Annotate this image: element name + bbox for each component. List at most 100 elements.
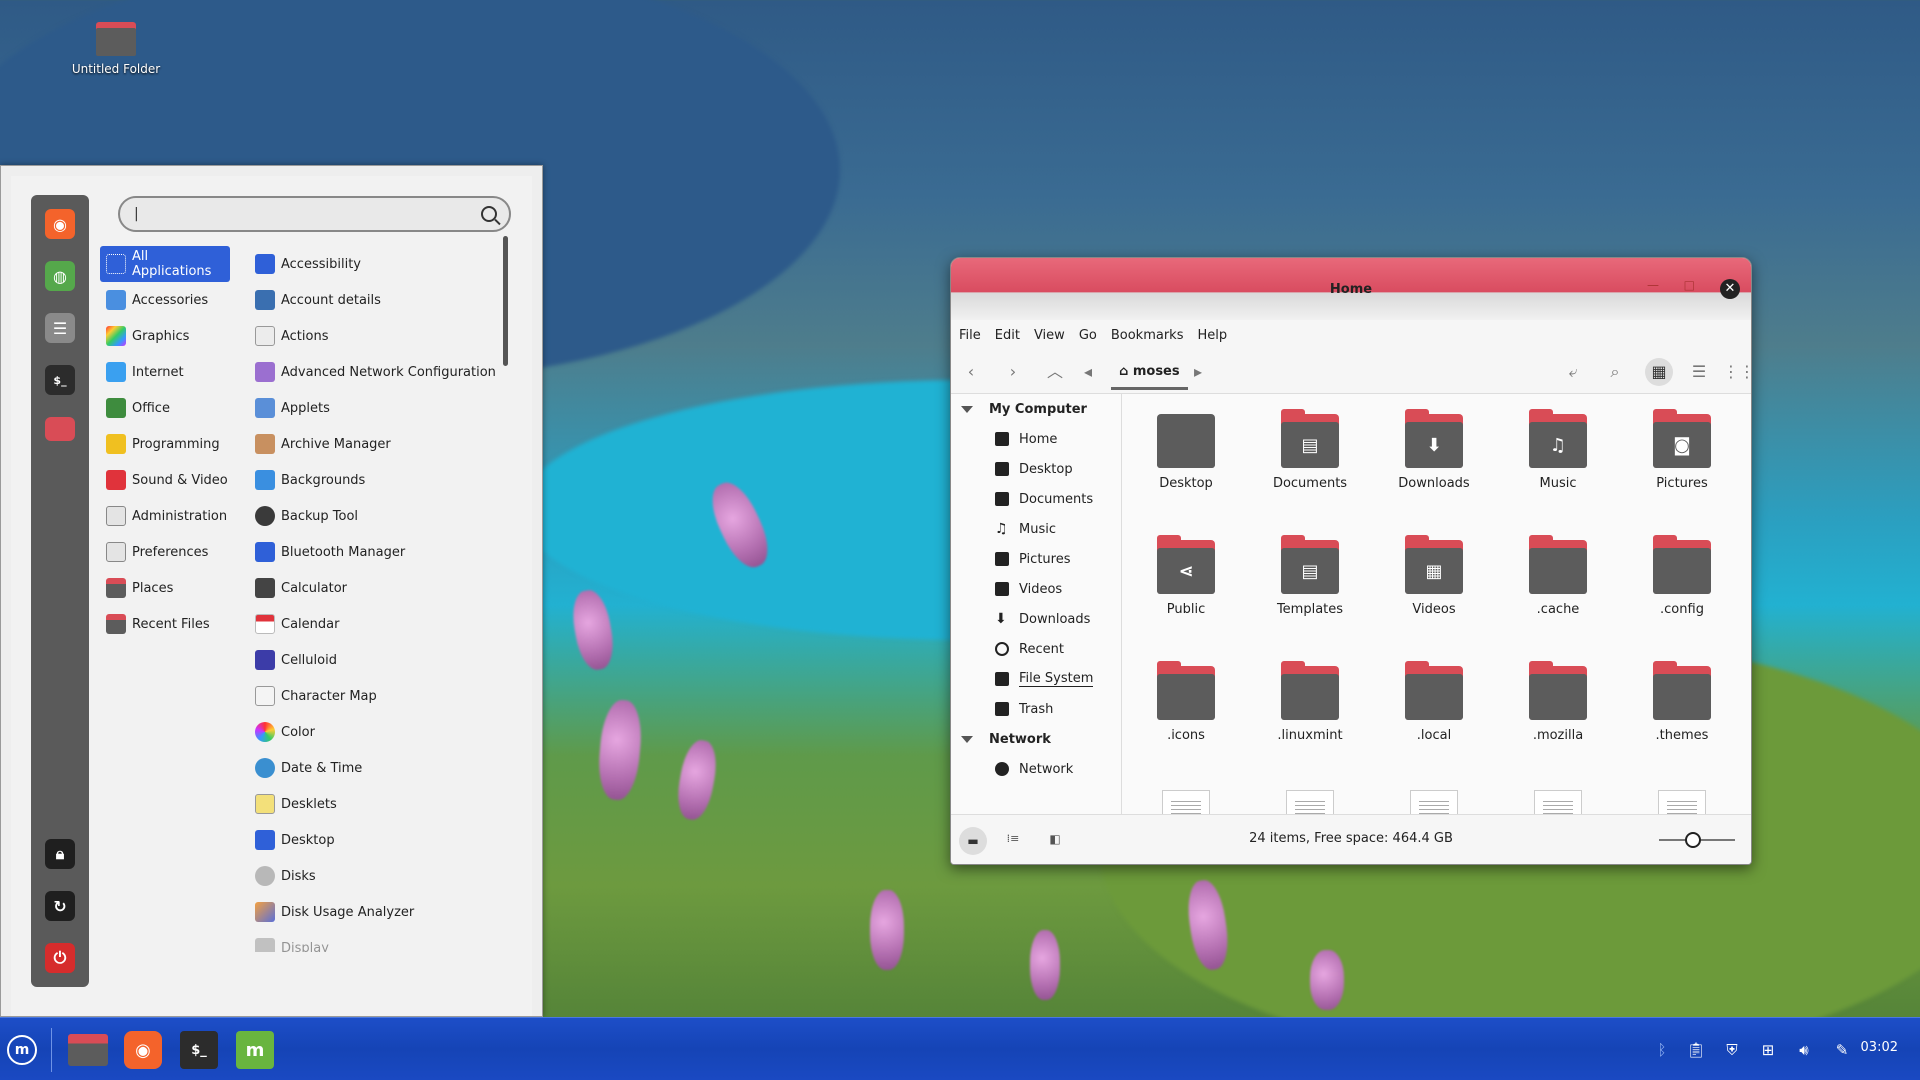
- compact-view-icon[interactable]: ⋮⋮: [1723, 360, 1751, 384]
- menu-bookmarks[interactable]: Bookmarks: [1111, 328, 1184, 343]
- file-item[interactable]: ◙ Pictures: [1627, 409, 1737, 491]
- category-office[interactable]: Office: [100, 390, 230, 426]
- toggle-location-icon[interactable]: ⤶: [1561, 360, 1585, 384]
- search-input[interactable]: |: [118, 196, 511, 232]
- file-item[interactable]: .local: [1379, 661, 1489, 743]
- bluetooth-icon[interactable]: ᛒ: [1652, 1040, 1672, 1060]
- breadcrumb-home[interactable]: ⌂ moses: [1111, 354, 1188, 390]
- category-all-applications[interactable]: All Applications: [100, 246, 230, 282]
- terminal-icon[interactable]: $_: [45, 365, 75, 395]
- app-character-map[interactable]: Character Map: [255, 678, 500, 714]
- file-item[interactable]: ⬇ Downloads: [1379, 409, 1489, 491]
- icon-view-icon[interactable]: ▦: [1645, 358, 1673, 386]
- menu-view[interactable]: View: [1034, 328, 1065, 343]
- app-applets[interactable]: Applets: [255, 390, 500, 426]
- list-view-icon[interactable]: ☰: [1687, 360, 1711, 384]
- category-places[interactable]: Places: [100, 570, 230, 606]
- search-icon[interactable]: [481, 206, 497, 222]
- firefox-icon[interactable]: ◉: [124, 1031, 162, 1069]
- file-item[interactable]: .themes: [1627, 661, 1737, 743]
- terminal-icon[interactable]: $_: [180, 1031, 218, 1069]
- menu-go[interactable]: Go: [1079, 328, 1097, 343]
- file-item[interactable]: .linuxmint: [1255, 661, 1365, 743]
- search-icon[interactable]: ⌕: [1603, 360, 1627, 384]
- section-my-computer[interactable]: My Computer: [951, 394, 1121, 424]
- file-item[interactable]: [1503, 790, 1613, 814]
- category-administration[interactable]: Administration: [100, 498, 230, 534]
- app-advanced-network-configuration[interactable]: Advanced Network Configuration: [255, 354, 500, 390]
- menu-scrollbar[interactable]: [503, 236, 508, 366]
- app-account-details[interactable]: Account details: [255, 282, 500, 318]
- sidebar-item-network[interactable]: Network: [951, 754, 1121, 784]
- section-network[interactable]: Network: [951, 724, 1121, 754]
- back-icon[interactable]: ‹: [959, 360, 983, 384]
- category-recent-files[interactable]: Recent Files: [100, 606, 230, 642]
- app-actions[interactable]: Actions: [255, 318, 500, 354]
- app-date-time[interactable]: Date & Time: [255, 750, 500, 786]
- up-icon[interactable]: ︿: [1043, 360, 1067, 384]
- sidebar-item-music[interactable]: ♫ Music: [951, 514, 1121, 544]
- volume-icon[interactable]: 🔊︎: [1794, 1040, 1814, 1060]
- app-calendar[interactable]: Calendar: [255, 606, 500, 642]
- settings-icon[interactable]: ☰: [45, 313, 75, 343]
- titlebar[interactable]: Home — □ ✕: [951, 258, 1751, 320]
- file-item[interactable]: Desktop: [1131, 414, 1241, 491]
- file-item[interactable]: ▦ Videos: [1379, 535, 1489, 617]
- file-item[interactable]: [1131, 790, 1241, 814]
- files-icon[interactable]: [66, 1031, 110, 1069]
- category-preferences[interactable]: Preferences: [100, 534, 230, 570]
- forward-icon[interactable]: ›: [1001, 360, 1025, 384]
- notes-icon[interactable]: ✎: [1832, 1040, 1852, 1060]
- zoom-slider[interactable]: [1659, 832, 1735, 848]
- file-item[interactable]: [1627, 790, 1737, 814]
- file-item[interactable]: ▤ Documents: [1255, 409, 1365, 491]
- menu-button-icon[interactable]: m: [3, 1031, 41, 1069]
- menu-help[interactable]: Help: [1197, 328, 1227, 343]
- lock-screen-icon[interactable]: 🔒︎: [45, 839, 75, 869]
- app-disk-usage-analyzer[interactable]: Disk Usage Analyzer: [255, 894, 500, 930]
- sidebar-item-recent[interactable]: Recent: [951, 634, 1121, 664]
- sidebar-item-videos[interactable]: Videos: [951, 574, 1121, 604]
- file-item[interactable]: [1379, 790, 1489, 814]
- file-item[interactable]: ♫ Music: [1503, 409, 1613, 491]
- sidebar-item-pictures[interactable]: Pictures: [951, 544, 1121, 574]
- app-backup-tool[interactable]: Backup Tool: [255, 498, 500, 534]
- network-icon[interactable]: ⊞: [1758, 1040, 1778, 1060]
- category-accessories[interactable]: Accessories: [100, 282, 230, 318]
- file-item[interactable]: .mozilla: [1503, 661, 1613, 743]
- file-item[interactable]: ▤ Templates: [1255, 535, 1365, 617]
- app-accessibility[interactable]: Accessibility: [255, 246, 500, 282]
- maximize-icon[interactable]: □: [1684, 278, 1695, 292]
- sidebar-item-trash[interactable]: Trash: [951, 694, 1121, 724]
- app-desklets[interactable]: Desklets: [255, 786, 500, 822]
- minimize-icon[interactable]: —: [1647, 278, 1659, 292]
- app-calculator[interactable]: Calculator: [255, 570, 500, 606]
- sidebar-item-downloads[interactable]: ⬇ Downloads: [951, 604, 1121, 634]
- category-internet[interactable]: Internet: [100, 354, 230, 390]
- mint-update-icon[interactable]: m: [236, 1031, 274, 1069]
- app-display[interactable]: Display: [255, 930, 500, 952]
- app-celluloid[interactable]: Celluloid: [255, 642, 500, 678]
- firefox-icon[interactable]: ◉: [45, 209, 75, 239]
- sidebar-item-desktop[interactable]: Desktop: [951, 454, 1121, 484]
- file-item[interactable]: .icons: [1131, 661, 1241, 743]
- category-sound-video[interactable]: Sound & Video: [100, 462, 230, 498]
- sidebar-item-home[interactable]: Home: [951, 424, 1121, 454]
- clock[interactable]: 03:02: [1861, 1040, 1898, 1055]
- app-bluetooth-manager[interactable]: Bluetooth Manager: [255, 534, 500, 570]
- sidebar-item-file-system[interactable]: File System: [951, 664, 1121, 694]
- menu-file[interactable]: File: [959, 328, 981, 343]
- software-manager-icon[interactable]: ◍: [45, 261, 75, 291]
- close-icon[interactable]: ✕: [1720, 279, 1740, 299]
- breadcrumb-right-icon[interactable]: ▸: [1191, 360, 1205, 384]
- category-graphics[interactable]: Graphics: [100, 318, 230, 354]
- app-disks[interactable]: Disks: [255, 858, 500, 894]
- files-icon[interactable]: [45, 417, 75, 441]
- power-off-icon[interactable]: ⏻: [45, 943, 75, 973]
- shield-icon[interactable]: ⛨: [1722, 1040, 1742, 1060]
- file-item[interactable]: [1255, 790, 1365, 814]
- app-backgrounds[interactable]: Backgrounds: [255, 462, 500, 498]
- app-desktop[interactable]: Desktop: [255, 822, 500, 858]
- file-item[interactable]: .cache: [1503, 535, 1613, 617]
- app-color[interactable]: Color: [255, 714, 500, 750]
